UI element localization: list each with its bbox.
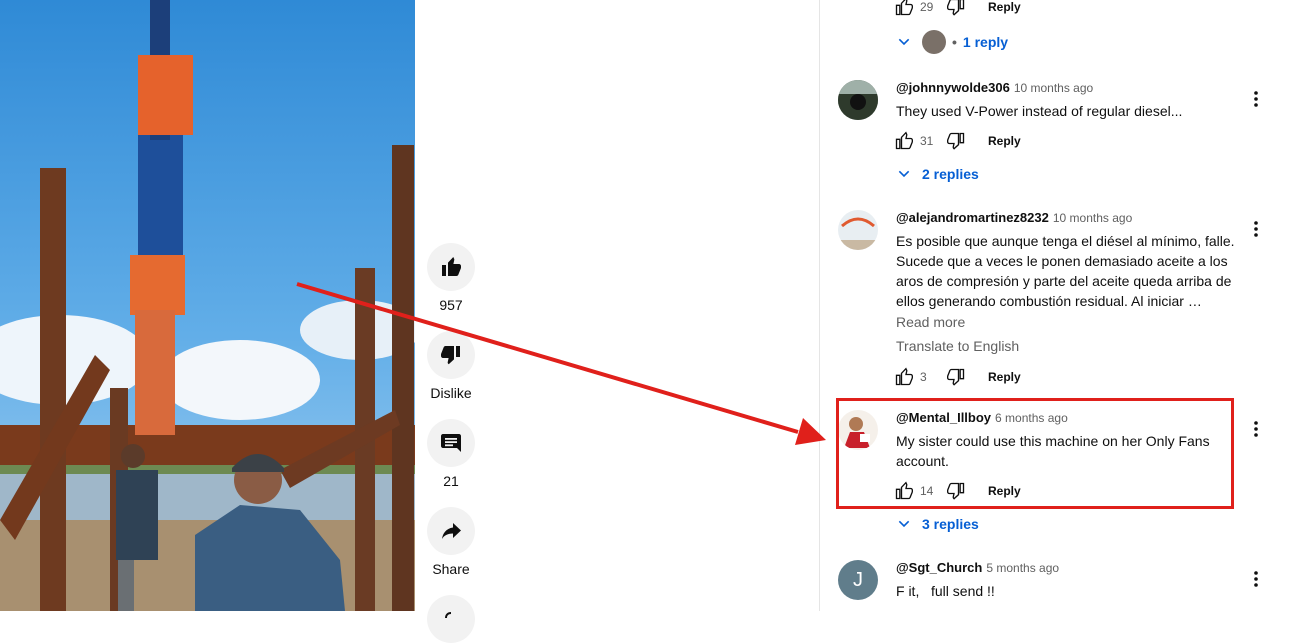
comment-author[interactable]: @johnnywolde306 10 months ago: [896, 80, 1093, 95]
share-label: Share: [432, 561, 470, 577]
remix-button[interactable]: [427, 595, 475, 643]
more-vert-icon: [1254, 571, 1258, 587]
comments-panel: 29 Reply • 1 reply @johnnywolde306 10 mon…: [820, 0, 1297, 611]
reply-avatar: [922, 30, 946, 54]
thumbs-up-outline-icon: [895, 0, 913, 16]
comment-time[interactable]: 5 months ago: [986, 561, 1059, 575]
avatar-image: [838, 210, 878, 250]
comment-actions: 3 Reply: [892, 365, 1021, 389]
action-rail: 957 Dislike 21 Share: [415, 0, 487, 643]
like-count: 957: [439, 297, 463, 313]
share-icon: [442, 523, 461, 539]
comment-actions: 31 Reply: [892, 129, 1021, 153]
comments-button[interactable]: [427, 419, 475, 467]
thumbs-down-icon: [441, 346, 460, 365]
comment-text: F it, full send !!: [896, 583, 995, 599]
comment-author[interactable]: @Sgt_Church 5 months ago: [896, 560, 1059, 575]
thumbs-down-outline-icon: [947, 132, 965, 150]
author-name[interactable]: @johnnywolde306: [896, 80, 1010, 95]
dislike-comment-button[interactable]: [944, 129, 968, 153]
comment-text: They used V-Power instead of regular die…: [896, 103, 1183, 119]
comment-menu-button[interactable]: [1244, 217, 1268, 241]
reply-button[interactable]: Reply: [988, 0, 1021, 14]
view-replies-button[interactable]: 2 replies: [896, 166, 979, 182]
avatar[interactable]: [838, 210, 878, 250]
avatar[interactable]: [838, 80, 878, 120]
view-replies-button[interactable]: 3 replies: [896, 516, 979, 532]
thumbs-up-outline-icon: [895, 131, 913, 150]
comment-icon: [441, 434, 461, 452]
comment-like-count: 3: [920, 370, 927, 384]
comment-like-count: 31: [920, 134, 934, 148]
like-button[interactable]: [427, 243, 475, 291]
replies-count: 2 replies: [922, 166, 979, 182]
comment-menu-button[interactable]: [1244, 417, 1268, 441]
comment-text: Es posible que aunque tenga el diésel al…: [896, 233, 1235, 309]
highlight-box: [836, 398, 1234, 509]
dislike-comment-button[interactable]: [944, 365, 968, 389]
thumbs-down-outline-icon: [947, 368, 965, 386]
like-comment-button[interactable]: [892, 129, 916, 153]
avatar-image: [838, 80, 878, 120]
video-frame: [0, 0, 415, 611]
comment-menu-button[interactable]: [1244, 567, 1268, 591]
dislike-comment-button[interactable]: [944, 0, 968, 19]
like-comment-button[interactable]: [892, 0, 916, 19]
read-more-link[interactable]: Read more: [896, 314, 965, 330]
comment-menu-button[interactable]: [1244, 87, 1268, 111]
comment-time[interactable]: 10 months ago: [1014, 81, 1093, 95]
more-vert-icon: [1254, 221, 1258, 237]
comment-time[interactable]: 10 months ago: [1053, 211, 1132, 225]
thumbs-down-outline-icon: [947, 0, 965, 16]
comment-author[interactable]: @alejandromartinez8232 10 months ago: [896, 210, 1132, 225]
more-vert-icon: [1254, 421, 1258, 437]
chevron-down-icon: [896, 516, 912, 532]
author-name[interactable]: @Sgt_Church: [896, 560, 982, 575]
share-button[interactable]: [427, 507, 475, 555]
replies-count: 3 replies: [922, 516, 979, 532]
like-comment-button[interactable]: [892, 365, 916, 389]
avatar[interactable]: J: [838, 560, 878, 600]
chevron-down-icon: [896, 34, 912, 50]
dislike-label: Dislike: [430, 385, 472, 401]
thumbs-up-icon: [442, 257, 461, 276]
comment-actions: 29 Reply: [892, 0, 1021, 19]
reply-button[interactable]: Reply: [988, 134, 1021, 148]
chevron-down-icon: [896, 166, 912, 182]
video-player[interactable]: [0, 0, 415, 611]
author-name[interactable]: @alejandromartinez8232: [896, 210, 1049, 225]
replies-count: 1 reply: [962, 34, 1009, 50]
dislike-button[interactable]: [427, 331, 475, 379]
thumbs-up-outline-icon: [895, 367, 913, 386]
avatar-letter: J: [853, 568, 863, 591]
translate-link[interactable]: Translate to English: [896, 338, 1019, 354]
view-replies-button[interactable]: • 1 reply: [896, 30, 1008, 54]
replies-separator: •: [952, 34, 957, 50]
more-vert-icon: [1254, 91, 1258, 107]
reply-button[interactable]: Reply: [988, 370, 1021, 384]
comment-count: 21: [443, 473, 459, 489]
comment-like-count: 29: [920, 0, 934, 14]
